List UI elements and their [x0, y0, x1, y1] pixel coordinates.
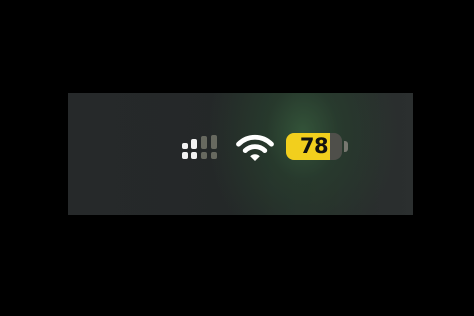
cellular-signal-icon [182, 135, 217, 159]
wifi-icon [236, 134, 274, 161]
signal-bar-2-top [191, 139, 197, 149]
signal-bar-4-top [211, 135, 217, 149]
screen: 78 [0, 0, 474, 316]
battery-icon: 78 [286, 133, 352, 160]
battery-body: 78 [286, 133, 342, 160]
signal-bar-2-bottom [191, 152, 197, 159]
signal-bar-1-top [182, 143, 188, 149]
wifi-middle-arc [242, 144, 268, 153]
signal-bar-3-bottom [201, 152, 207, 159]
signal-bar-3-top [201, 136, 207, 149]
signal-bar-1-bottom [182, 152, 188, 159]
wifi-inner-dot [250, 154, 260, 161]
wifi-outer-arc [236, 134, 274, 147]
signal-bar-4-bottom [211, 152, 217, 159]
battery-cap [344, 141, 348, 152]
battery-percentage: 78 [299, 134, 329, 158]
